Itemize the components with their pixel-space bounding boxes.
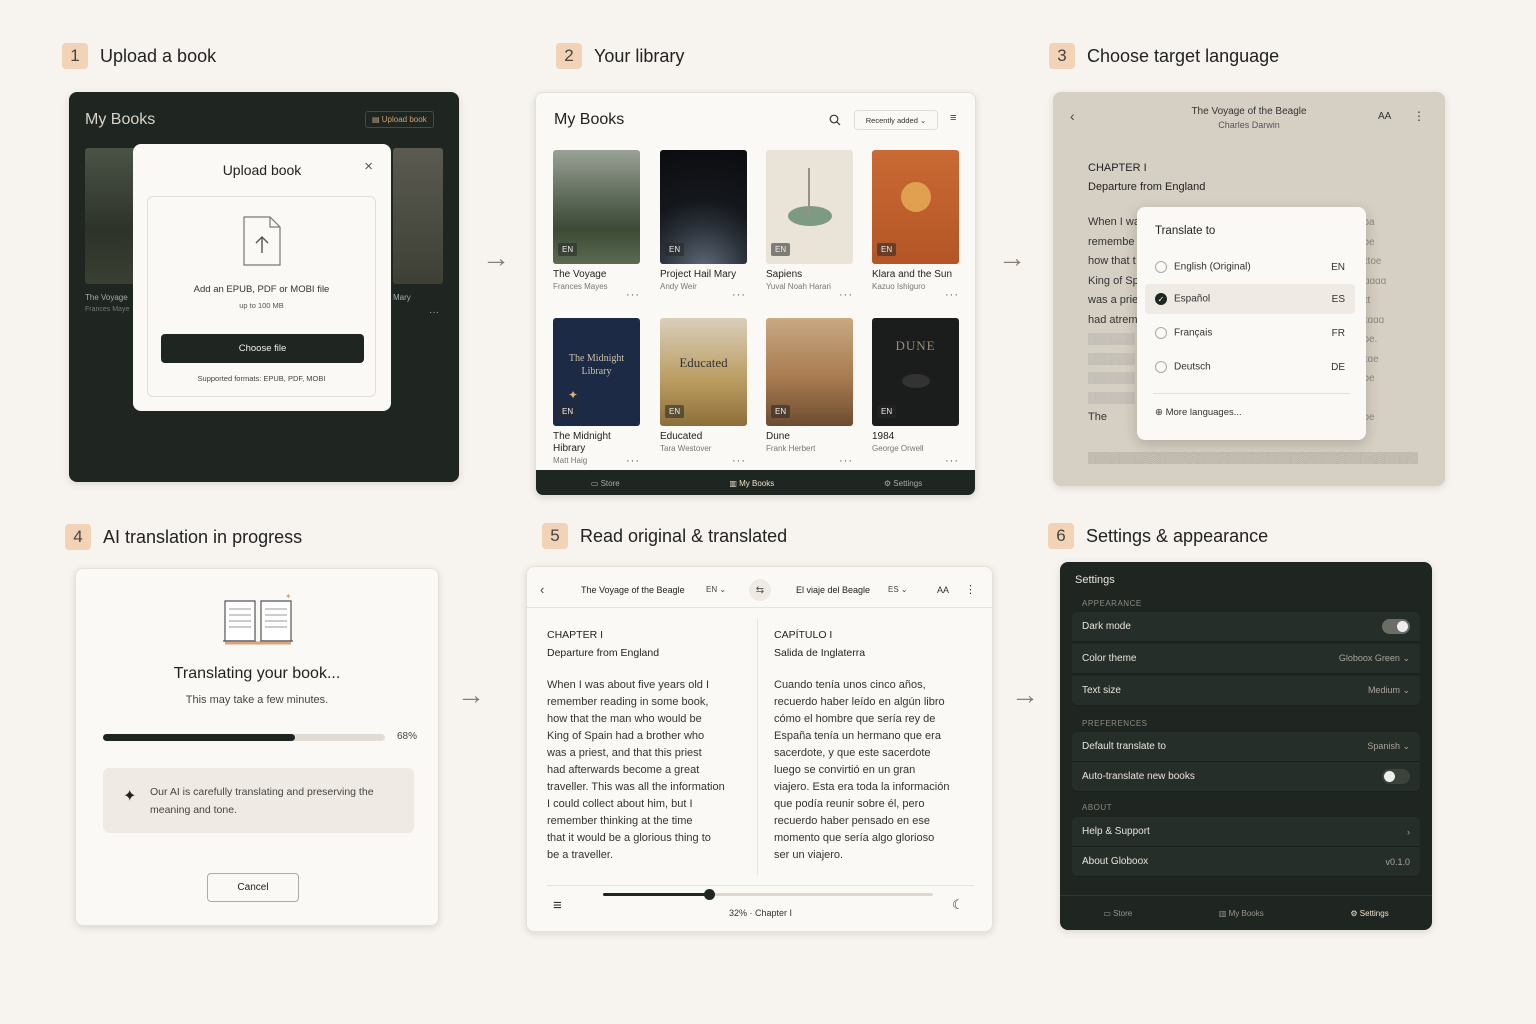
text-size-row[interactable]: Text size Medium ⌄ — [1072, 676, 1420, 706]
close-icon[interactable]: × — [364, 158, 373, 175]
about-row[interactable]: About Globoox v0.1.0 — [1072, 847, 1420, 877]
language-option-french[interactable]: Français FR — [1145, 318, 1355, 348]
text-size-icon[interactable]: AA — [1378, 111, 1391, 122]
dark-mode-toggle[interactable] — [1382, 619, 1410, 634]
moon-icon[interactable]: ☾ — [952, 897, 964, 913]
bottom-nav: ▭ Store ▥ My Books ⚙ Settings — [536, 470, 975, 495]
modal-title: Upload book — [222, 162, 302, 178]
choose-file-button[interactable]: Choose file — [161, 334, 364, 363]
svg-text:✦: ✦ — [285, 592, 292, 601]
nav-store[interactable]: ▭ Store — [1103, 909, 1132, 918]
language-option-spanish[interactable]: ✓ Español ES — [1145, 284, 1355, 314]
upload-modal: Upload book × Add an EPUB, PDF or MOBI f… — [133, 144, 391, 411]
translate-popup: Translate to English (Original) EN ✓ Españ… — [1137, 207, 1366, 440]
step-2-heading: 2 Your library — [556, 43, 684, 69]
nav-my-books[interactable]: ▥ My Books — [1219, 909, 1264, 918]
more-vertical-icon[interactable]: ⋮ — [965, 583, 976, 596]
auto-translate-toggle[interactable] — [1382, 769, 1410, 784]
arrow-right-icon: → — [457, 679, 485, 710]
progress-title: Translating your book... — [173, 665, 341, 682]
original-language-select[interactable]: EN ⌄ — [706, 585, 726, 594]
more-icon[interactable]: ··· — [945, 289, 959, 301]
file-upload-icon — [243, 216, 281, 266]
text-size-icon[interactable]: AA — [937, 585, 949, 595]
translation-progress-screen: ✦ Translating your book... This may take… — [75, 568, 439, 926]
progress-percent: 68% — [397, 731, 418, 742]
globe-icon: ⊕ — [1155, 407, 1163, 418]
book-cover[interactable]: EN — [766, 150, 853, 264]
book-cover[interactable]: EN — [872, 150, 959, 264]
info-box: ✦ Our AI is carefully translating and pr… — [103, 768, 414, 833]
step-3-heading: 3 Choose target language — [1049, 43, 1279, 69]
nav-my-books[interactable]: ▥ My Books — [729, 479, 774, 488]
default-translate-row[interactable]: Default translate to Spanish ⌄ — [1072, 732, 1420, 762]
more-icon[interactable]: ··· — [839, 289, 853, 301]
step-6-heading: 6 Settings & appearance — [1048, 523, 1268, 549]
reader-text: When I wa remembe how that t King of Sp was … — [1088, 216, 1140, 423]
filter-icon[interactable]: ≡ — [950, 112, 956, 124]
bottom-nav: ▭ Store ▥ My Books ⚙ Settings — [1060, 902, 1432, 924]
more-icon[interactable]: ··· — [945, 455, 959, 467]
translated-text: Cuando tenía unos cinco años, recuerdo ha… — [774, 679, 950, 861]
more-icon[interactable]: ··· — [626, 289, 640, 301]
step-4-heading: 4 AI translation in progress — [65, 524, 302, 550]
arrow-right-icon: → — [998, 242, 1026, 273]
reader-language-screen: ‹ The Voyage of the Beagle Charles Darwi… — [1053, 92, 1445, 486]
nav-store[interactable]: ▭ Store — [591, 479, 620, 488]
chevron-right-icon: › — [1407, 826, 1410, 837]
reading-progress-slider[interactable] — [603, 889, 933, 900]
more-icon[interactable]: ··· — [732, 455, 746, 467]
library-screen: My Books Recently added ⌄ ≡ EN EN EN EN … — [535, 92, 976, 496]
more-icon[interactable]: ··· — [626, 455, 640, 467]
book-cover[interactable]: EN — [766, 318, 853, 426]
settings-screen: Settings APPEARANCE Dark mode Color them… — [1060, 562, 1432, 930]
cancel-button[interactable]: Cancel — [207, 873, 299, 902]
progress-bar — [103, 734, 385, 741]
slider-handle[interactable] — [703, 889, 715, 900]
book-cover[interactable]: EN — [660, 150, 747, 264]
translated-language-select[interactable]: ES ⌄ — [888, 585, 908, 594]
book-cover[interactable]: EN — [553, 150, 640, 264]
color-theme-row[interactable]: Color theme Globoox Green ⌄ — [1072, 644, 1420, 674]
book-cover[interactable] — [393, 148, 443, 284]
more-icon[interactable]: ··· — [839, 455, 853, 467]
popup-title: Translate to — [1155, 225, 1216, 237]
search-icon[interactable] — [829, 114, 841, 126]
sparkle-icon: ✦ — [123, 788, 137, 805]
more-icon[interactable]: ··· — [429, 307, 439, 318]
dual-reader-screen: ‹ The Voyage of the Beagle EN ⌄ ⇆ El via… — [526, 566, 993, 932]
book-cover[interactable]: The Midnight Library ✦ EN — [553, 318, 640, 426]
page-title: My Books — [554, 111, 625, 128]
upload-screen: My Books ▤ Upload book The Voyage France… — [69, 92, 459, 482]
dark-mode-row[interactable]: Dark mode — [1072, 612, 1420, 642]
open-book-icon: ✦ — [223, 592, 293, 645]
page-title: My Books — [85, 111, 156, 128]
more-languages-button[interactable]: ⊕ More languages... — [1155, 407, 1242, 418]
language-option-english[interactable]: English (Original) EN — [1145, 252, 1355, 282]
more-icon[interactable]: ··· — [732, 289, 746, 301]
book-cover[interactable]: DUNE EN — [872, 318, 959, 426]
sort-dropdown[interactable]: Recently added ⌄ — [854, 110, 938, 130]
nav-settings[interactable]: ⚙ Settings — [884, 479, 922, 488]
page-title: Settings — [1075, 574, 1115, 586]
more-vertical-icon[interactable]: ⋮ — [1413, 109, 1425, 123]
step-1-heading: 1 Upload a book — [62, 43, 216, 69]
auto-translate-row[interactable]: Auto-translate new books — [1072, 762, 1420, 792]
original-text: When I was about five years old Iremembe… — [547, 679, 725, 861]
arrow-right-icon: → — [482, 242, 510, 273]
help-support-row[interactable]: Help & Support › — [1072, 817, 1420, 847]
nav-settings[interactable]: ⚙ Settings — [1350, 909, 1388, 918]
upload-book-button[interactable]: ▤ Upload book — [365, 111, 434, 128]
book-cover[interactable]: Educated EN — [660, 318, 747, 426]
step-5-heading: 5 Read original & translated — [542, 523, 787, 549]
language-option-german[interactable]: Deutsch DE — [1145, 352, 1355, 382]
drop-zone[interactable]: Add an EPUB, PDF or MOBI file up to 100 … — [147, 196, 376, 397]
arrow-right-icon: → — [1011, 679, 1039, 710]
back-icon[interactable]: ‹ — [540, 582, 544, 597]
swap-icon[interactable]: ⇆ — [749, 579, 771, 601]
